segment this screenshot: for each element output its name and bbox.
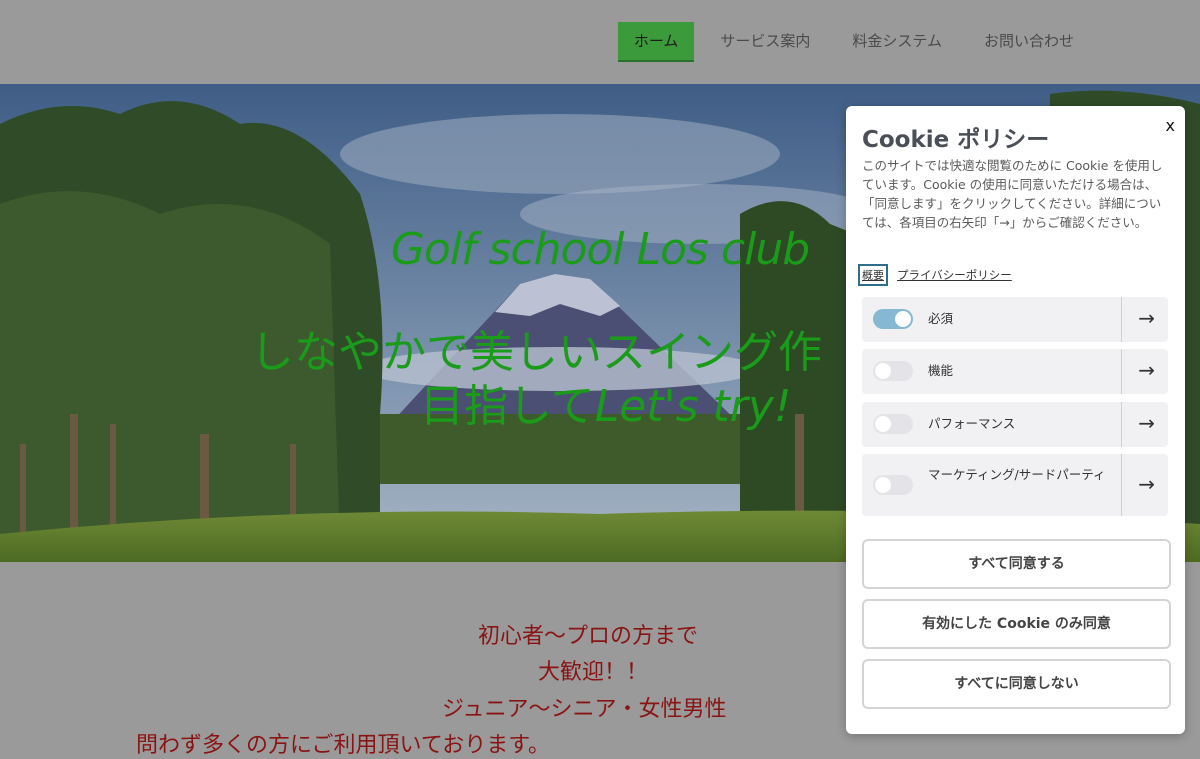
accept-selected-button[interactable]: 有効にした Cookie のみ同意 (862, 599, 1171, 649)
intro-line: 初心者〜プロの方まで (478, 624, 699, 649)
nav-pricing[interactable]: 料金システム (836, 22, 958, 60)
functional-toggle[interactable] (873, 361, 913, 381)
intro-line: 問わず多くの方にご利用頂いております。 (136, 733, 551, 758)
arrow-right-icon[interactable]: → (1138, 472, 1155, 496)
divider (1121, 402, 1122, 447)
nav-home[interactable]: ホーム (617, 22, 695, 62)
main-nav: ホーム サービス案内 料金システム お問い合わせ (608, 22, 1090, 62)
close-icon[interactable]: x (1166, 116, 1175, 135)
nav-services[interactable]: サービス案内 (704, 22, 826, 60)
toggle-knob (895, 311, 911, 327)
hero-tagline-jp: 目指して (420, 381, 595, 432)
arrow-right-icon[interactable]: → (1138, 358, 1155, 382)
accept-all-button[interactable]: すべて同意する (862, 539, 1171, 589)
site-header: ホーム サービス案内 料金システム お問い合わせ (0, 0, 1200, 84)
hero-tagline-en: Let's try! (594, 381, 792, 432)
toggle-knob (875, 416, 891, 432)
toggle-knob (875, 477, 891, 493)
performance-toggle[interactable] (873, 414, 913, 434)
hero-tagline-line2: 目指してLet's try! (420, 370, 792, 434)
cookie-category-performance[interactable]: パフォーマンス → (862, 402, 1168, 447)
divider (1121, 454, 1122, 516)
category-label: パフォーマンス (928, 416, 1016, 431)
divider (1121, 297, 1122, 342)
toggle-knob (875, 363, 891, 379)
divider (1121, 349, 1122, 394)
required-toggle[interactable] (873, 309, 913, 329)
category-label: 必須 (928, 311, 954, 326)
cookie-category-marketing[interactable]: マーケティング/サードパーティ → (862, 454, 1168, 516)
cookie-description: このサイトでは快適な閲覧のために Cookie を使用しています。Cookie … (862, 158, 1163, 230)
category-label: マーケティング/サードパーティ (928, 467, 1106, 482)
intro-line: 大歓迎！！ (538, 660, 649, 685)
nav-contact[interactable]: お問い合わせ (968, 22, 1090, 60)
arrow-right-icon[interactable]: → (1138, 306, 1155, 330)
arrow-right-icon[interactable]: → (1138, 411, 1155, 435)
cookie-category-functional[interactable]: 機能 → (862, 349, 1168, 394)
tab-summary[interactable]: 概要 (858, 264, 888, 286)
privacy-policy-link[interactable]: プライバシーポリシー (897, 267, 1012, 283)
marketing-toggle[interactable] (873, 475, 913, 495)
cookie-policy-dialog: Cookie ポリシー x このサイトでは快適な閲覧のために Cookie を使… (846, 106, 1185, 734)
cookie-title: Cookie ポリシー (862, 127, 1050, 153)
intro-line: ジュニア〜シニア・女性男性 (442, 697, 727, 722)
reject-all-button[interactable]: すべてに同意しない (862, 659, 1171, 709)
cookie-category-required[interactable]: 必須 → (862, 297, 1168, 342)
category-label: 機能 (928, 363, 954, 378)
cookie-tabs: 概要 プライバシーポリシー (858, 264, 1012, 286)
